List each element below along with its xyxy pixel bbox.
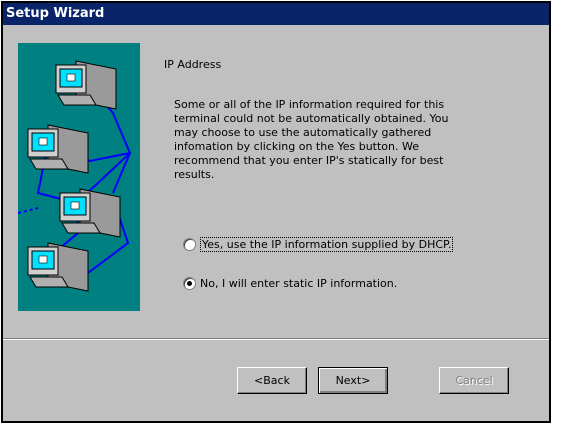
network-computers-icon — [17, 60, 132, 292]
page-heading: IP Address — [164, 58, 222, 71]
title-bar[interactable]: Setup Wizard — [3, 3, 549, 25]
next-button[interactable]: Next> — [318, 367, 388, 394]
static-label[interactable]: No, I will enter static IP information. — [200, 277, 397, 290]
description-text: Some or all of the IP information requir… — [174, 98, 449, 181]
dhcp-label[interactable]: Yes, use the IP information supplied by … — [200, 237, 454, 252]
network-illustration — [17, 43, 140, 311]
static-radio[interactable] — [183, 277, 196, 290]
setup-wizard-window: Setup Wizard IP Address Some or all of t… — [1, 1, 551, 423]
dhcp-option[interactable]: Yes, use the IP information supplied by … — [183, 237, 454, 252]
back-button[interactable]: <Back — [237, 367, 307, 394]
divider — [3, 338, 549, 340]
static-option[interactable]: No, I will enter static IP information. — [183, 277, 397, 290]
dhcp-radio[interactable] — [183, 238, 196, 251]
cancel-button[interactable]: Cancel — [439, 367, 509, 394]
